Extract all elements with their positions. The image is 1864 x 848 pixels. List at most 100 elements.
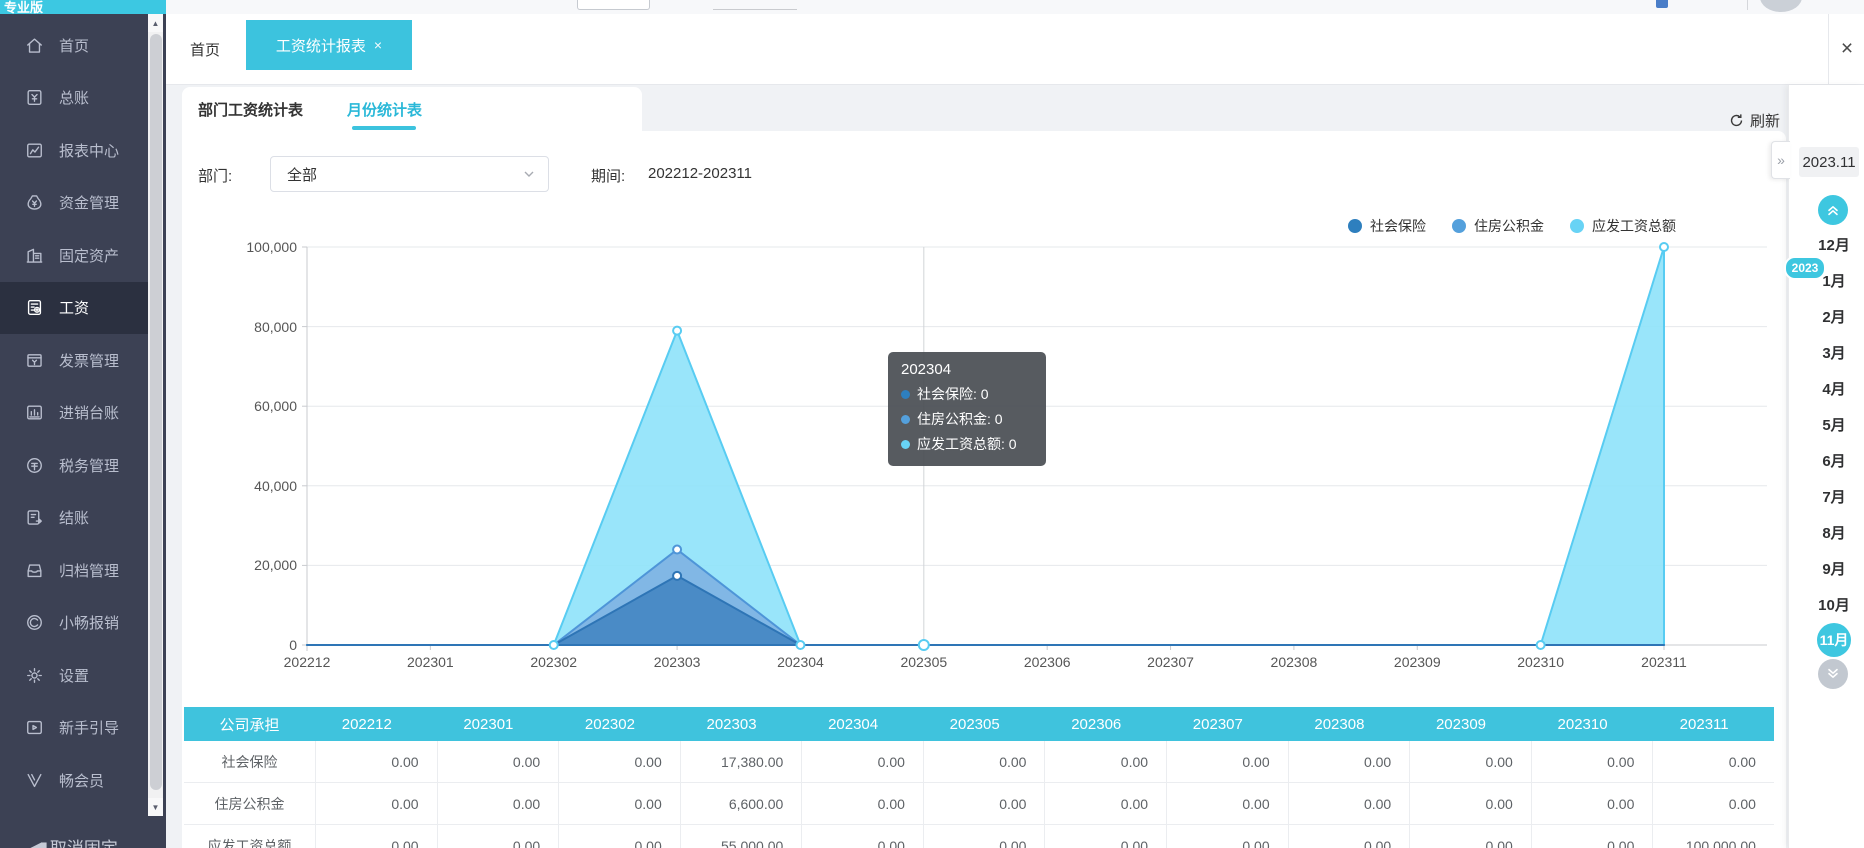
tab-salary-report[interactable]: 工资统计报表 ×: [246, 20, 412, 70]
x-axis-tick-label: 202311: [1619, 654, 1709, 670]
assets-icon: [25, 246, 44, 265]
table-cell: 0.00: [558, 783, 680, 824]
legend-label: 社会保险: [1370, 216, 1426, 236]
department-select[interactable]: 全部: [270, 156, 549, 192]
report-icon: [25, 141, 44, 160]
tooltip-row: 社会保险: 0: [901, 382, 1040, 407]
x-axis-tick-label: 202302: [509, 654, 599, 670]
tab-home[interactable]: 首页: [190, 14, 220, 84]
sidebar-item-ledger[interactable]: 总账: [0, 72, 148, 125]
scrollbar-thumb[interactable]: [150, 34, 162, 790]
department-value: 全部: [287, 164, 317, 185]
archive-icon: [25, 561, 44, 580]
sidebar-item-settings[interactable]: 设置: [0, 649, 148, 702]
unpin-sidebar-button[interactable]: ◀▮ 取消固定: [0, 834, 148, 848]
month-item-8月[interactable]: 8月: [1806, 516, 1862, 548]
table-header-cell: 202303: [680, 707, 802, 741]
sidebar-item-salary[interactable]: 工资: [0, 282, 148, 335]
sidebar-item-closing[interactable]: 结账: [0, 492, 148, 545]
table-cell: 0.00: [1531, 825, 1653, 848]
sidebar-item-assets[interactable]: 固定资产: [0, 229, 148, 282]
sidebar-item-home[interactable]: 首页: [0, 19, 148, 72]
scroll-up-icon[interactable]: ▲: [148, 14, 163, 32]
sidebar-item-label: 结账: [59, 507, 89, 528]
table-cell: 0.00: [1288, 783, 1410, 824]
refresh-button[interactable]: 刷新: [1729, 110, 1780, 131]
scroll-months-up-button[interactable]: [1818, 195, 1848, 225]
sidebar-item-invoice[interactable]: 发票管理: [0, 334, 148, 387]
chevrons-right-icon: »: [1777, 152, 1785, 168]
top-mini-logo-icon: [1656, 0, 1668, 8]
table-cell: 0.00: [1652, 741, 1774, 782]
close-panel-button[interactable]: ×: [1828, 14, 1864, 85]
month-item-10月[interactable]: 10月: [1806, 588, 1862, 620]
sidebar-item-label: 畅会员: [59, 770, 104, 791]
collapse-panel-button[interactable]: »: [1771, 141, 1790, 179]
month-item-11月[interactable]: 11月: [1817, 623, 1851, 657]
table-cell: 0.00: [315, 825, 437, 848]
table-cell: 55,000.00: [680, 825, 802, 848]
table-header-cell: 202311: [1652, 707, 1774, 741]
sidebar-item-archive[interactable]: 归档管理: [0, 544, 148, 597]
chevron-down-icon: [522, 167, 536, 181]
current-period-display[interactable]: 2023.11: [1799, 147, 1859, 177]
sidebar-item-io[interactable]: 进销台账: [0, 387, 148, 440]
sidebar-item-member[interactable]: 畅会员: [0, 754, 148, 807]
month-item-7月[interactable]: 7月: [1806, 480, 1862, 512]
table-cell: 0.00: [1652, 783, 1774, 824]
top-toolbar-button-fragment[interactable]: [577, 0, 650, 10]
month-item-2月[interactable]: 2月: [1806, 300, 1862, 332]
edition-label: 专业版: [4, 0, 43, 14]
sidebar-item-funds[interactable]: 资金管理: [0, 177, 148, 230]
tab-label: 工资统计报表: [276, 35, 366, 56]
tab-close-icon[interactable]: ×: [374, 37, 382, 53]
month-item-6月[interactable]: 6月: [1806, 444, 1862, 476]
table-header-cell: 202305: [923, 707, 1045, 741]
sidebar-item-tax[interactable]: 税务管理: [0, 439, 148, 492]
table-cell: 0.00: [801, 741, 923, 782]
tab-month-statistics[interactable]: 月份统计表: [347, 99, 422, 120]
period-label: 期间:: [591, 165, 625, 186]
company-burden-table: 公司承担202212202301202302202303202304202305…: [184, 707, 1774, 848]
month-item-4月[interactable]: 4月: [1806, 372, 1862, 404]
table-cell: 0.00: [1044, 783, 1166, 824]
legend-dot: [1348, 219, 1362, 233]
table-header-cell: 公司承担: [184, 707, 315, 741]
table-header-cell: 202307: [1166, 707, 1288, 741]
table-cell: 0.00: [1531, 741, 1653, 782]
sidebar-item-guide[interactable]: 新手引导: [0, 702, 148, 755]
sidebar-item-report[interactable]: 报表中心: [0, 124, 148, 177]
sidebar-items: 首页总账报表中心资金管理固定资产工资发票管理进销台账税务管理结账归档管理小畅报销…: [0, 19, 148, 807]
guide-icon: [25, 718, 44, 737]
tooltip-series-value: 住房公积金: 0: [917, 407, 1003, 432]
legend-item[interactable]: 应发工资总额: [1570, 216, 1676, 236]
tab-department-salary[interactable]: 部门工资统计表: [198, 99, 303, 120]
month-item-3月[interactable]: 3月: [1806, 336, 1862, 368]
sidebar-item-label: 固定资产: [59, 245, 119, 266]
legend-item[interactable]: 住房公积金: [1452, 216, 1544, 236]
month-item-5月[interactable]: 5月: [1806, 408, 1862, 440]
table-cell: 0.00: [1166, 741, 1288, 782]
tax-icon: [25, 456, 44, 475]
legend-label: 应发工资总额: [1592, 216, 1676, 236]
table-cell: 0.00: [1288, 825, 1410, 848]
sidebar-scrollbar[interactable]: ▲ ▼: [148, 14, 163, 816]
y-axis-tick-label: 40,000: [227, 478, 297, 494]
sidebar-item-label: 进销台账: [59, 402, 119, 423]
table-cell: 0.00: [558, 825, 680, 848]
month-item-9月[interactable]: 9月: [1806, 552, 1862, 584]
sidebar-item-label: 发票管理: [59, 350, 119, 371]
scroll-months-down-button[interactable]: [1818, 659, 1848, 689]
sidebar-item-reimburse[interactable]: 小畅报销: [0, 597, 148, 650]
tooltip-series-dot: [901, 440, 910, 449]
table-cell: 0.00: [315, 741, 437, 782]
scroll-down-icon[interactable]: ▼: [148, 798, 163, 816]
y-axis-tick-label: 100,000: [227, 239, 297, 255]
sidebar-item-label: 总账: [59, 87, 89, 108]
legend-item[interactable]: 社会保险: [1348, 216, 1426, 236]
tooltip-row: 住房公积金: 0: [901, 407, 1040, 432]
table-header-cell: 202302: [558, 707, 680, 741]
table-cell: 0.00: [1409, 825, 1531, 848]
y-axis-tick-label: 20,000: [227, 557, 297, 573]
avatar[interactable]: [1760, 0, 1802, 12]
